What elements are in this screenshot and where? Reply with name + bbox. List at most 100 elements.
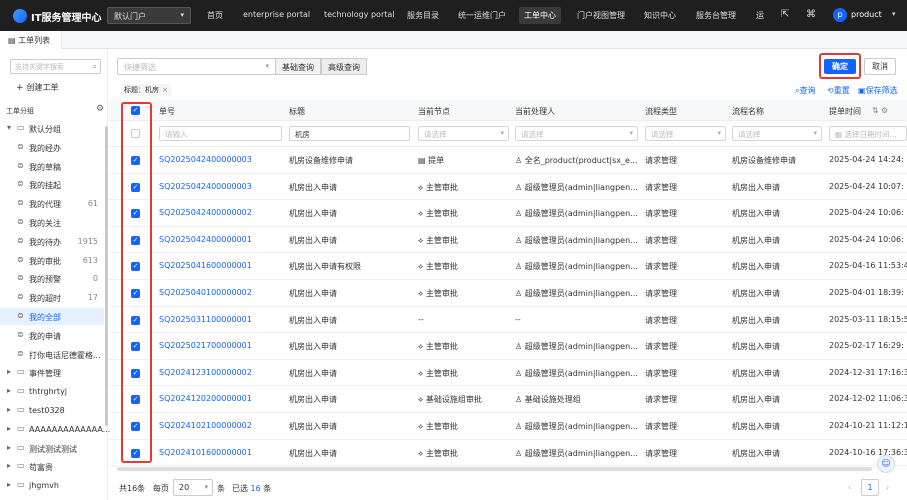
sidebar-item[interactable]: ▸ ▭ test0328 <box>0 402 104 419</box>
nav-more[interactable]: 运 <box>756 10 764 21</box>
horizontal-scrollbar[interactable] <box>117 467 872 471</box>
filter-handler-select[interactable]: 请选择 ▾ <box>515 126 638 141</box>
gear-icon[interactable]: ⚙ <box>96 104 104 114</box>
chevron-right-icon[interactable]: ▸ <box>7 443 11 452</box>
chevron-right-icon[interactable]: ▾ <box>7 123 11 132</box>
basic-query-button[interactable]: 基础查询 <box>275 58 321 75</box>
sidebar-item[interactable]: ⊜ 我的经办 <box>0 139 104 156</box>
sidebar-item[interactable]: ▸ ▭ 测试测试测试 <box>0 440 104 457</box>
quick-filter-select[interactable]: 快捷筛选 ▾ <box>117 58 276 75</box>
table-row[interactable]: ✓ SQ2025040100000002 机房出入申请 ⟡ 主管审批 ♙ 超级管理员(a… <box>109 280 907 307</box>
filter-no-input[interactable]: 请输入 <box>159 126 282 141</box>
page-1-button[interactable]: 1 <box>861 479 879 496</box>
nav-technology-portal[interactable]: technology portal <box>324 10 395 19</box>
sidebar-item[interactable]: ⊜ 我的审批 613 <box>0 252 104 269</box>
table-row[interactable]: ✓ SQ2025042400000001 机房出入申请 ⟡ 主管审批 ♙ 超级管理员(a… <box>109 227 907 254</box>
sidebar-item[interactable]: ▸ ▭ AAAAAAAAAAAAA... <box>0 421 110 438</box>
sidebar-item[interactable]: ⊜ 我的草稿 <box>0 158 104 175</box>
sidebar-item[interactable]: ⊜ 我的挂起 <box>0 176 104 193</box>
table-row[interactable]: ✓ SQ2025041600000001 机房出入申请有权限 ⟡ 主管审批 ♙ 超级管理… <box>109 253 907 280</box>
sidebar-item[interactable]: ▸ ▭ 苟富贵 <box>0 458 104 475</box>
chevron-right-icon[interactable]: ▸ <box>7 367 11 376</box>
nav-service-desk[interactable]: 服务台管理 <box>696 10 736 21</box>
chevron-right-icon[interactable]: ▸ <box>7 386 11 395</box>
chevron-right-icon[interactable]: ▸ <box>7 424 11 433</box>
portal-select[interactable]: 默认门户 ▾ <box>107 7 191 24</box>
nav-knowledge-center[interactable]: 知识中心 <box>644 10 676 21</box>
query-link[interactable]: ⌕查询 <box>795 85 815 96</box>
sort-icon[interactable]: ⇅ <box>872 106 879 115</box>
sidebar-item[interactable]: ⊜ 我的预警 0 <box>0 270 104 287</box>
page-size-select[interactable]: 20 ▾ <box>173 479 213 496</box>
filter-title-input[interactable]: 机房 <box>289 126 410 141</box>
ticket-number-link[interactable]: SQ2024102100000002 <box>159 421 284 430</box>
table-row[interactable]: ✓ SQ2025031100000001 机房出入申请 -- -- 请求管理 机房出入申请 2… <box>109 307 907 334</box>
ticket-number-link[interactable]: SQ2025041600000001 <box>159 261 284 270</box>
ticket-number-link[interactable]: SQ2024101600000001 <box>159 448 284 457</box>
nav-home[interactable]: 首页 <box>207 10 223 21</box>
sidebar-item[interactable]: ⊜ 打你电话尼德霍格... <box>0 346 104 363</box>
reset-link[interactable]: ⟲重置 <box>827 85 850 96</box>
sidebar-item[interactable]: ▸ ▭ 事件管理 <box>0 364 104 381</box>
table-row[interactable]: ✓ SQ2025042400000003 机房设备维修申请 ▤ 提单 ♙ 全名_prod… <box>109 147 907 174</box>
ticket-number-link[interactable]: SQ2025042400000001 <box>159 235 284 244</box>
ticket-number-link[interactable]: SQ2025042400000003 <box>159 155 284 164</box>
sidebar-item[interactable]: ▸ ▭ jhgmvh <box>0 477 104 494</box>
filter-node-select[interactable]: 请选择 ▾ <box>418 126 509 141</box>
sidebar-item[interactable]: ⊜ 我的关注 <box>0 214 104 231</box>
tab-ticket-list[interactable]: ▤ 工单列表 <box>0 31 62 49</box>
ticket-title: 机房出入申请 <box>289 342 337 352</box>
sidebar-item[interactable]: ⊜ 我的超时 17 <box>0 289 104 306</box>
table-row[interactable]: ✓ SQ2024101600000001 机房出入申请 ⟡ 主管审批 ♙ 超级管理员(a… <box>109 440 907 467</box>
next-page-button[interactable]: › <box>886 483 889 492</box>
gear-icon[interactable]: ⚙ <box>881 106 888 115</box>
sidebar-item[interactable]: ▸ ▭ thtrghrtyj <box>0 383 104 400</box>
sidebar-item[interactable]: ⊜ 我的代理 61 <box>0 195 104 212</box>
nav-service-catalog[interactable]: 服务目录 <box>407 10 439 21</box>
ticket-number-link[interactable]: SQ2024120200000001 <box>159 394 284 403</box>
translate-icon[interactable]: ⌘ <box>806 9 816 20</box>
save-filter-link[interactable]: ▣保存筛选 <box>858 85 898 96</box>
nav-enterprise-portal[interactable]: enterprise portal <box>243 10 310 19</box>
ticket-number-link[interactable]: SQ2025040100000002 <box>159 288 284 297</box>
table-row[interactable]: ✓ SQ2025021700000001 机房出入申请 ⟡ 主管审批 ♙ 超级管理员(a… <box>109 333 907 360</box>
nav-portal-view[interactable]: 门户视图管理 <box>577 10 625 21</box>
nav-ops-portal[interactable]: 统一运维门户 <box>458 10 506 21</box>
chevron-right-icon[interactable]: ▸ <box>7 480 11 489</box>
confirm-button[interactable]: 确定 <box>824 59 856 74</box>
ticket-number-link[interactable]: SQ2025031100000001 <box>159 315 284 324</box>
table-row[interactable]: ✓ SQ2025042400000003 机房出入申请 ⟡ 主管审批 ♙ 超级管理员(a… <box>109 174 907 201</box>
avatar[interactable]: p <box>833 8 847 22</box>
ticket-number-link[interactable]: SQ2025042400000002 <box>159 208 284 217</box>
sidebar-item[interactable]: ⊜ 我的待办 1915 <box>0 233 104 250</box>
chevron-down-icon[interactable]: ▾ <box>892 10 896 18</box>
chevron-right-icon[interactable]: ▸ <box>7 461 11 470</box>
scrollbar[interactable] <box>105 126 108 426</box>
external-link-icon[interactable]: ⇱ <box>781 9 789 20</box>
ticket-title: 机房出入申请 <box>289 395 337 405</box>
ticket-number-link[interactable]: SQ2025021700000001 <box>159 341 284 350</box>
nav-ticket-center[interactable]: 工单中心 <box>519 7 561 24</box>
current-node: ⟡ 主管审批 <box>418 448 512 459</box>
table-row[interactable]: ✓ SQ2024102100000002 机房出入申请 ⟡ 主管审批 ♙ 超级管理员(a… <box>109 413 907 440</box>
table-row[interactable]: ✓ SQ2024123100000002 机房出入申请 ⟡ 主管审批 ♙ 超级管理员(a… <box>109 360 907 387</box>
ticket-number-link[interactable]: SQ2025042400000003 <box>159 182 284 191</box>
prev-page-button[interactable]: ‹ <box>848 483 851 492</box>
sidebar-item[interactable]: ⊜ 我的申请 <box>0 327 104 344</box>
advanced-query-button[interactable]: 高级查询 <box>321 58 367 75</box>
cancel-button[interactable]: 取消 <box>864 58 896 75</box>
table-row[interactable]: ✓ SQ2024120200000001 机房出入申请 ⟡ 基础设施组审批 ♙ 基础设施… <box>109 386 907 413</box>
assistant-bot-icon[interactable]: ☺ <box>877 455 895 473</box>
table-row[interactable]: ✓ SQ2025042400000002 机房出入申请 ⟡ 主管审批 ♙ 超级管理员(a… <box>109 200 907 227</box>
create-ticket-button[interactable]: + 创建工单 <box>16 82 59 93</box>
chevron-right-icon[interactable]: ▸ <box>7 405 11 414</box>
user-name[interactable]: product <box>851 10 882 19</box>
sidebar-item[interactable]: ⊜ 我的全部 <box>0 308 104 325</box>
filter-ptype-select[interactable]: 请选择 ▾ <box>645 126 726 141</box>
filter-pname-select[interactable]: 请选择 ▾ <box>732 126 822 141</box>
ticket-number-link[interactable]: SQ2024123100000002 <box>159 368 284 377</box>
sidebar-search-input[interactable]: 支持关键字搜索 ⌕ <box>10 59 101 74</box>
filter-time-picker[interactable]: ▦ 选择日期时间... <box>829 126 907 141</box>
close-icon[interactable]: × <box>162 86 168 94</box>
sidebar-item[interactable]: ▾ ▭ 默认分组 <box>0 120 104 137</box>
